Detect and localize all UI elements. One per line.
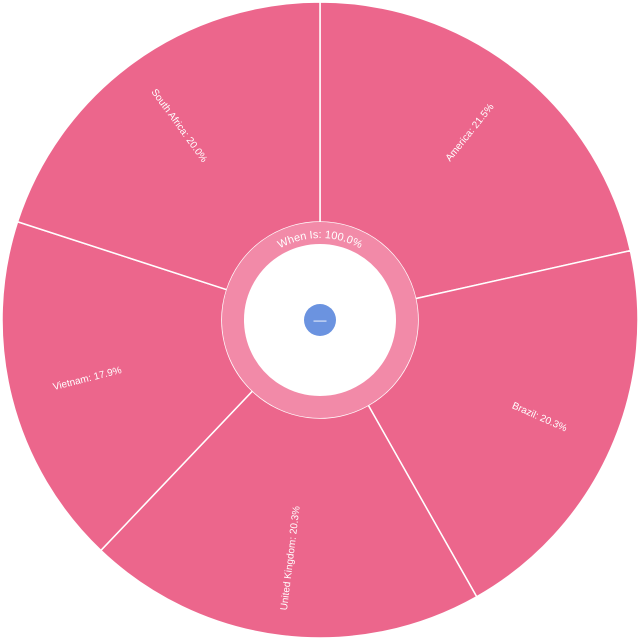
minus-icon[interactable]: — <box>314 313 327 328</box>
sunburst-chart: America: 21.5%Brazil: 20.3%United Kingdo… <box>1 1 639 639</box>
collapse-button[interactable]: — <box>304 304 336 336</box>
